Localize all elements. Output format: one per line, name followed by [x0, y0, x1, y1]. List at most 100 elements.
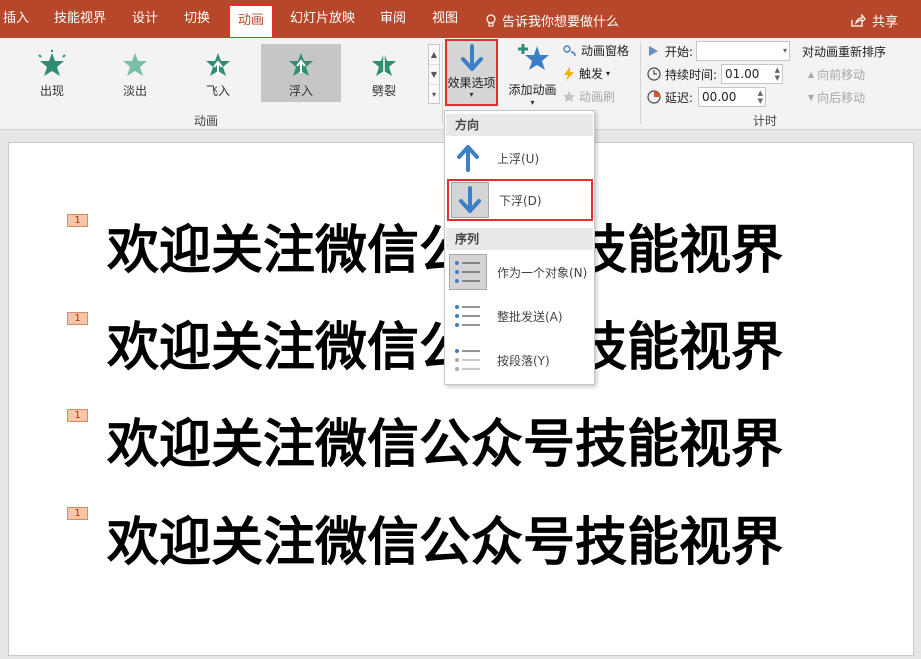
add-star-icon	[517, 44, 549, 70]
menu-item-by-paragraph[interactable]: 按段落(Y)	[445, 339, 594, 381]
slide-text-line[interactable]: 欢迎关注微信公众号技能视界	[107, 415, 783, 475]
tab-insert[interactable]: 插入	[3, 11, 29, 27]
delay-clock-icon	[647, 90, 661, 104]
menu-item-as-one-object[interactable]: 作为一个对象(N)	[445, 251, 594, 293]
menu-item-float-up[interactable]: 上浮(U)	[445, 137, 594, 179]
duration-label: 持续时间:	[665, 67, 718, 82]
clock-icon	[647, 67, 661, 81]
move-earlier-label: 向前移动	[817, 68, 866, 82]
list-one-object-icon	[449, 254, 487, 290]
add-animation-button[interactable]: 添加动画 ▾	[505, 42, 560, 107]
delay-input[interactable]: 00.00 ▲ ▼	[698, 87, 767, 107]
anim-fly-in-label: 飞入	[205, 84, 230, 98]
chevron-down-icon: ▾	[530, 98, 535, 107]
menu-item-all-at-once-label: 整批发送(A)	[497, 310, 563, 324]
anim-fade[interactable]: 淡出	[95, 44, 175, 102]
start-label: 开始:	[665, 44, 694, 59]
menu-item-float-up-label: 上浮(U)	[497, 152, 540, 166]
animation-painter-label: 动画刷	[579, 90, 616, 104]
animation-gallery: 出现 淡出 飞入 浮入 劈裂	[12, 44, 427, 104]
share-button[interactable]: 共享	[850, 11, 898, 30]
arrow-down-icon	[451, 182, 489, 218]
anim-split[interactable]: 劈裂	[344, 44, 424, 102]
duration-row: 持续时间: 01.00 ▲ ▼	[647, 64, 784, 84]
move-later-label: 向后移动	[817, 91, 866, 105]
share-icon	[851, 13, 866, 27]
triangle-down-icon: ▼	[808, 93, 815, 102]
anim-float-in[interactable]: 浮入	[261, 44, 341, 102]
anim-split-label: 劈裂	[371, 84, 396, 98]
tab-review[interactable]: 审阅	[380, 11, 406, 27]
effect-options-label: 效果选项	[447, 76, 496, 90]
divider	[442, 42, 443, 124]
animation-pane-label: 动画窗格	[581, 44, 630, 58]
anim-fly-in[interactable]: 飞入	[178, 44, 258, 102]
chevron-down-icon: ▾	[469, 90, 474, 99]
gallery-more-icon[interactable]: ▾	[429, 85, 439, 105]
tab-skills[interactable]: 技能视界	[54, 11, 106, 27]
star-split-icon	[372, 52, 396, 77]
delay-label: 延迟:	[665, 90, 694, 105]
ribbon-tab-bar: 插入 技能视界 设计 切换 动画 幻灯片放映 审阅 视图 告诉我你想要做什么 共…	[0, 0, 921, 38]
animation-pane-button[interactable]: 动画窗格	[562, 42, 629, 59]
trigger-button[interactable]: 触发 ▾	[562, 65, 610, 82]
anim-float-in-label: 浮入	[288, 84, 313, 98]
menu-item-as-one-object-label: 作为一个对象(N)	[497, 266, 588, 280]
animation-order-badge[interactable]: 1	[67, 312, 88, 325]
slide-text-line[interactable]: 欢迎关注微信公众号技能视界	[107, 513, 783, 573]
menu-header-direction: 方向	[446, 114, 593, 136]
tell-me-search[interactable]: 告诉我你想要做什么	[485, 11, 619, 30]
duration-input[interactable]: 01.00 ▲ ▼	[721, 64, 784, 84]
animation-painter-button[interactable]: 动画刷	[562, 88, 615, 105]
tab-design[interactable]: 设计	[132, 11, 158, 27]
menu-item-float-down[interactable]: 下浮(D)	[447, 179, 593, 221]
menu-item-by-paragraph-label: 按段落(Y)	[497, 354, 550, 368]
group-label-animation: 动画	[194, 114, 219, 128]
divider	[640, 42, 641, 124]
menu-item-all-at-once[interactable]: 整批发送(A)	[445, 295, 594, 337]
start-row: 开始: ▾	[647, 41, 791, 61]
add-animation-label: 添加动画	[508, 83, 557, 97]
anim-appear-label: 出现	[39, 84, 64, 98]
painter-star-icon	[563, 90, 575, 102]
list-all-at-once-icon	[449, 298, 487, 334]
menu-item-float-down-label: 下浮(D)	[499, 194, 542, 208]
anim-fade-label: 淡出	[122, 84, 147, 98]
gallery-scrollbar[interactable]: ▲ ▼ ▾	[428, 44, 440, 104]
star-fly-icon	[206, 53, 230, 76]
animation-pane-icon	[563, 44, 576, 56]
tab-view[interactable]: 视图	[432, 11, 458, 27]
list-by-paragraph-icon	[449, 342, 487, 378]
scroll-up-icon[interactable]: ▲	[429, 45, 439, 65]
animation-order-badge[interactable]: 1	[67, 507, 88, 520]
share-label: 共享	[872, 15, 899, 30]
star-burst-icon	[38, 50, 66, 76]
reorder-label: 对动画重新排序	[802, 45, 887, 59]
move-earlier-button[interactable]: ▲ 向前移动	[808, 66, 865, 83]
spinner-icon[interactable]: ▲ ▼	[775, 66, 780, 82]
animation-order-badge[interactable]: 1	[67, 214, 88, 227]
arrow-down-icon	[460, 44, 483, 71]
duration-value: 01.00	[725, 67, 760, 81]
effect-options-button[interactable]: 效果选项 ▾	[445, 39, 498, 106]
anim-appear[interactable]: 出现	[12, 44, 92, 102]
delay-row: 延迟: 00.00 ▲ ▼	[647, 87, 767, 107]
star-float-icon	[289, 53, 313, 76]
start-select[interactable]: ▾	[696, 41, 791, 61]
lightbulb-icon	[486, 13, 496, 27]
star-fade-icon	[123, 53, 147, 76]
tell-me-text: 告诉我你想要做什么	[502, 15, 620, 30]
delay-value: 00.00	[702, 90, 737, 104]
chevron-down-icon: ▾	[606, 69, 611, 78]
animation-order-badge[interactable]: 1	[67, 409, 88, 422]
tab-animations[interactable]: 动画	[228, 4, 275, 37]
group-label-timing: 计时	[753, 114, 778, 128]
effect-options-menu: 方向 上浮(U) 下浮(D) 序列 作为一个对象(N) 整批发送(A) 按段落(…	[444, 110, 595, 385]
tab-transitions[interactable]: 切换	[184, 11, 210, 27]
tab-slideshow[interactable]: 幻灯片放映	[290, 11, 355, 27]
move-later-button[interactable]: ▼ 向后移动	[808, 89, 865, 106]
scroll-down-icon[interactable]: ▼	[429, 65, 439, 85]
play-icon	[649, 46, 658, 56]
arrow-up-icon	[449, 140, 487, 176]
spinner-icon[interactable]: ▲ ▼	[758, 89, 763, 105]
